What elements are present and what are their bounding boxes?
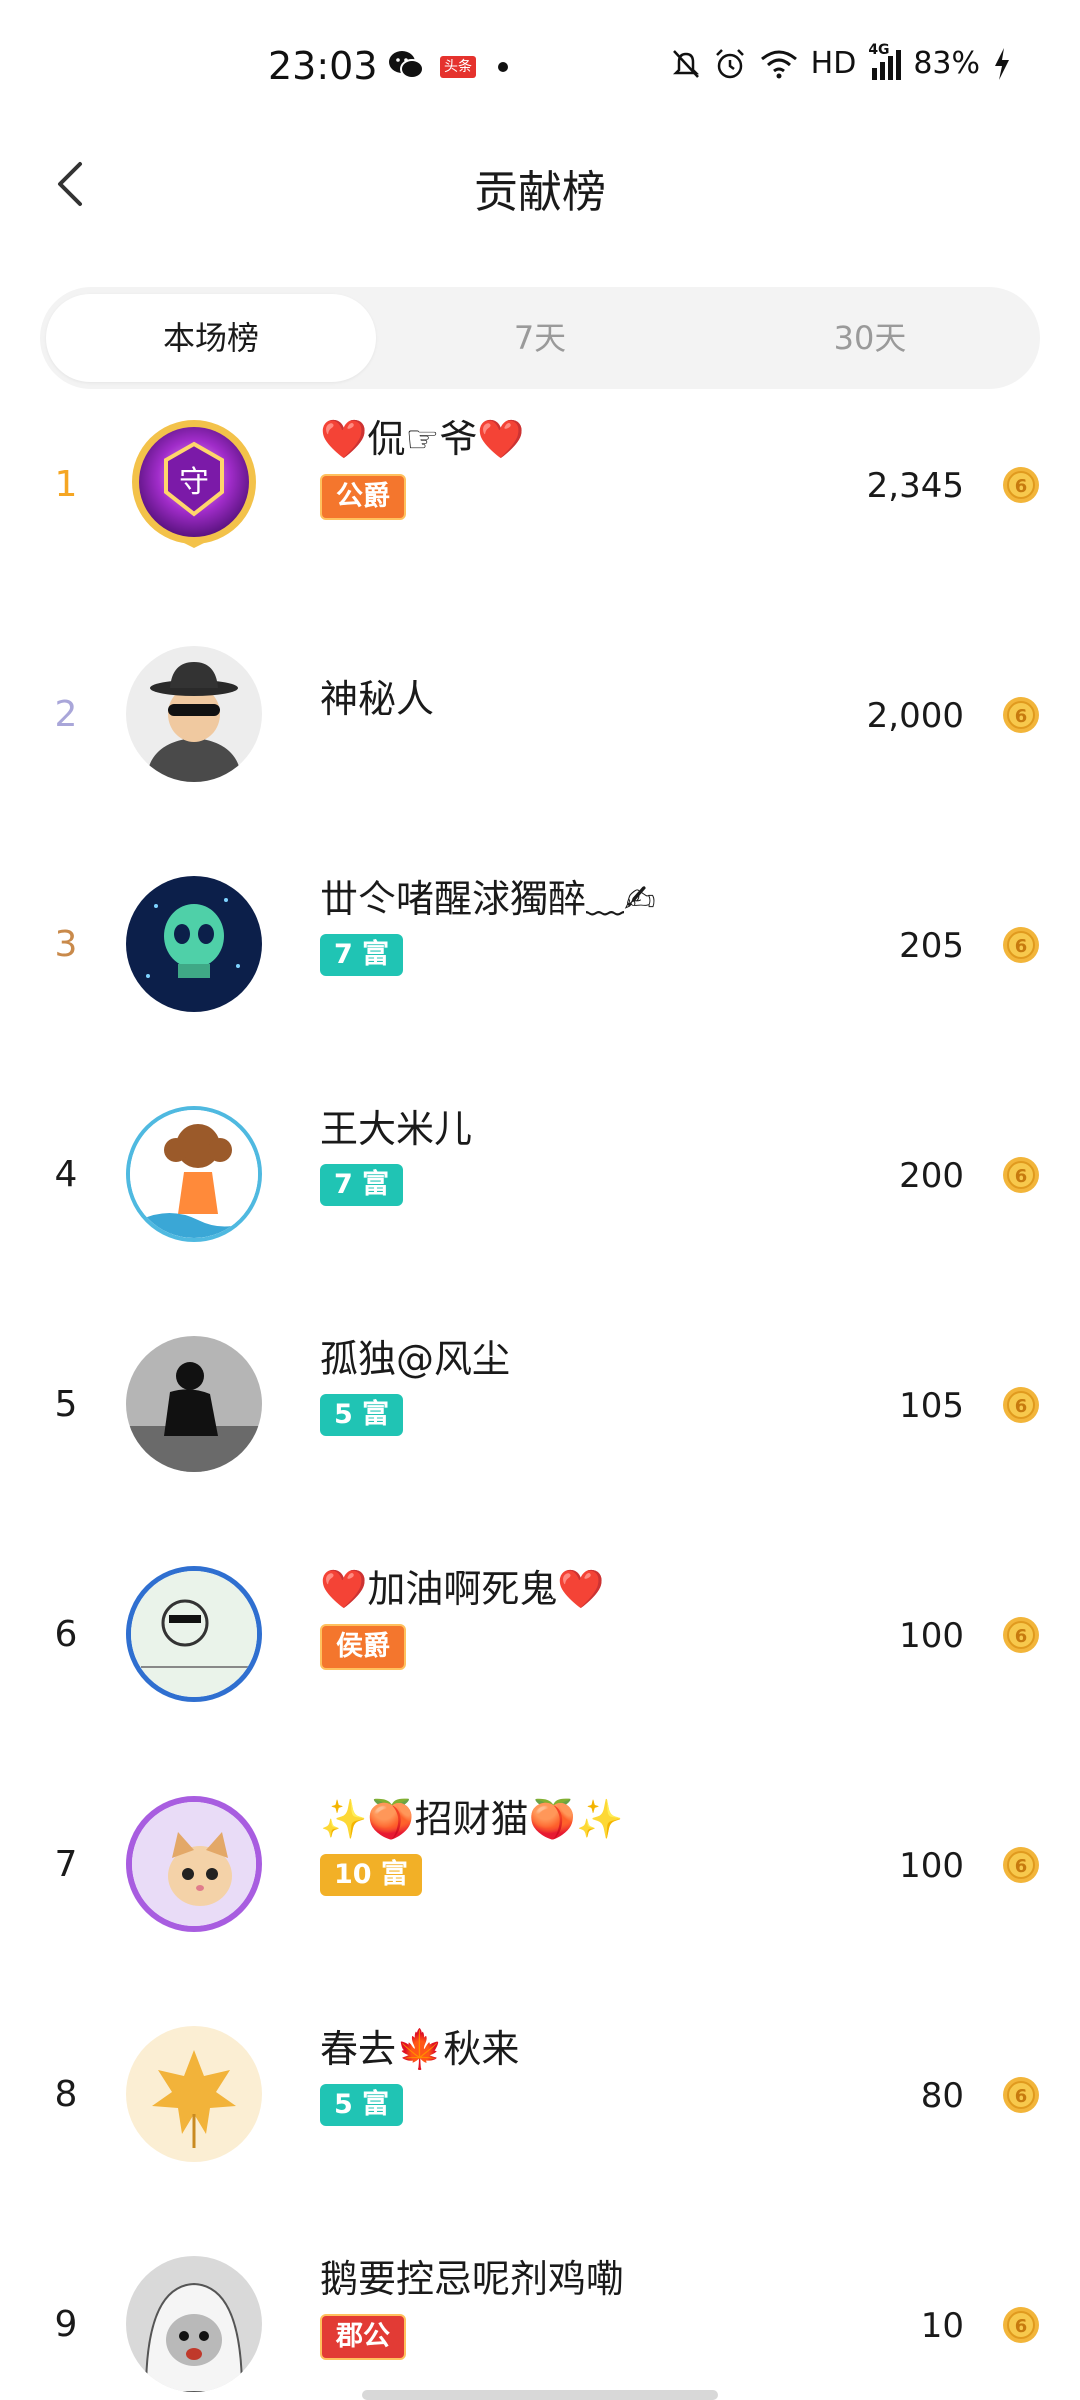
list-item[interactable]: 9 鹅要控忌呢剂鸡嘞 郡公 10 6 — [0, 2212, 1080, 2400]
cat-hood-avatar-icon[interactable] — [126, 2256, 262, 2392]
rank-number: 8 — [54, 2074, 78, 2115]
list-item[interactable]: 1 守 ❤️侃☞爷❤️ 公爵 2,345 6 — [0, 372, 1080, 602]
svg-text:6: 6 — [1015, 1626, 1028, 1647]
rank-number: 2 — [54, 694, 78, 735]
svg-text:守: 守 — [179, 465, 209, 500]
coin-icon: 6 — [1002, 1616, 1040, 1654]
contribution-score: 205 — [899, 926, 964, 966]
bell-off-icon — [672, 49, 699, 78]
wealth-badge: 5 富 — [320, 2084, 404, 2126]
rank-number: 4 — [54, 1154, 78, 1195]
contribution-score: 100 — [899, 1846, 964, 1886]
network-type-label: 4G — [868, 41, 890, 58]
contribution-score: 10 — [920, 2306, 964, 2346]
coin-icon: 6 — [1002, 1156, 1040, 1194]
list-item[interactable]: 5 孤独@风尘 5 富 105 6 — [0, 1292, 1080, 1522]
skull-avatar-icon[interactable] — [126, 876, 262, 1012]
alarm-icon — [715, 48, 744, 78]
list-item[interactable]: 7 ✨🍑招财猫🍑✨ 10 富 100 6 — [0, 1752, 1080, 1982]
page-title: 贡献榜 — [474, 167, 606, 218]
wifi-icon — [760, 50, 797, 78]
contribution-score: 200 — [899, 1156, 964, 1196]
wealth-badge: 10 富 — [320, 1854, 422, 1896]
status-bar: 23:03 头条 HD 4G 83% — [0, 0, 1080, 130]
charging-icon — [995, 47, 1009, 80]
coin-icon: 6 — [1002, 696, 1040, 734]
contribution-score: 105 — [899, 1386, 964, 1426]
svg-text:6: 6 — [1015, 2086, 1028, 2107]
wechat-icon — [389, 51, 424, 79]
list-item[interactable]: 2 神秘人 2,000 6 — [0, 602, 1080, 832]
rank-number: 1 — [54, 464, 78, 505]
user-name: 春去🍁秋来 — [320, 2027, 520, 2071]
silhouette-avatar-icon[interactable] — [126, 1336, 262, 1472]
svg-text:6: 6 — [1015, 1166, 1028, 1187]
noble-badge: 郡公 — [320, 2314, 406, 2360]
maple-leaf-avatar-icon[interactable] — [126, 2026, 262, 2162]
coin-icon: 6 — [1002, 2076, 1040, 2114]
user-name: ❤️侃☞爷❤️ — [320, 417, 525, 461]
notification-dot-icon — [498, 62, 508, 72]
noble-badge: 侯爵 — [320, 1624, 406, 1670]
coin-icon: 6 — [1002, 1846, 1040, 1884]
contribution-score: 80 — [920, 2076, 964, 2116]
list-item[interactable]: 3 丗仒啫醒浗獨醉﹏✍ 7 富 205 6 — [0, 832, 1080, 1062]
coin-icon: 6 — [1002, 466, 1040, 504]
user-name: ✨🍑招财猫🍑✨ — [320, 1797, 624, 1841]
user-name: ❤️加油啊死鬼❤️ — [320, 1567, 605, 1611]
user-name: 神秘人 — [320, 677, 435, 721]
mystery-man-avatar-icon[interactable] — [126, 646, 262, 782]
network-label: HD — [810, 46, 857, 81]
rank-number: 5 — [54, 1384, 78, 1425]
svg-text:6: 6 — [1015, 936, 1028, 957]
signal-icon: 4G — [868, 42, 902, 80]
status-indicators: HD 4G 83% — [671, 42, 1012, 81]
coin-icon: 6 — [1002, 926, 1040, 964]
contribution-score: 2,000 — [866, 696, 964, 736]
svg-text:6: 6 — [1015, 1396, 1028, 1417]
contribution-score: 100 — [899, 1616, 964, 1656]
coin-icon: 6 — [1002, 2306, 1040, 2344]
user-name: 丗仒啫醒浗獨醉﹏✍ — [320, 877, 656, 921]
header: 贡献榜 — [0, 130, 1080, 240]
svg-text:6: 6 — [1015, 2316, 1028, 2337]
user-name: 鹅要控忌呢剂鸡嘞 — [320, 2257, 625, 2301]
wealth-badge: 5 富 — [320, 1394, 404, 1436]
tab-7-days[interactable]: 7天 — [410, 294, 670, 382]
rank-number: 9 — [54, 2304, 78, 2345]
wealth-badge: 7 富 — [320, 934, 404, 976]
wealth-badge: 7 富 — [320, 1164, 404, 1206]
meme-avatar-icon[interactable] — [126, 1566, 262, 1702]
list-item[interactable]: 8 春去🍁秋来 5 富 80 6 — [0, 1982, 1080, 2212]
list-item[interactable]: 4 王大米儿 7 富 200 6 — [0, 1062, 1080, 1292]
cat-avatar-icon[interactable] — [126, 1796, 262, 1932]
contribution-score: 2,345 — [866, 466, 964, 506]
rank-number: 7 — [54, 1844, 78, 1885]
svg-text:6: 6 — [1015, 1856, 1028, 1877]
rank-number: 3 — [54, 924, 78, 965]
list-item[interactable]: 6 ❤️加油啊死鬼❤️ 侯爵 100 6 — [0, 1522, 1080, 1752]
svg-text:6: 6 — [1015, 706, 1028, 727]
home-indicator[interactable] — [362, 2390, 718, 2400]
rank-number: 6 — [54, 1614, 78, 1655]
tab-30-days[interactable]: 30天 — [740, 294, 1000, 382]
user-name: 王大米儿 — [320, 1107, 473, 1151]
user-name: 孤独@风尘 — [320, 1337, 511, 1381]
guardian-crest-avatar-icon[interactable]: 守 — [126, 416, 262, 552]
noble-badge: 公爵 — [320, 474, 406, 520]
battery-label: 83% — [913, 46, 980, 81]
svg-text:6: 6 — [1015, 476, 1028, 497]
status-time: 23:03 — [268, 44, 378, 88]
girl-avatar-icon[interactable] — [126, 1106, 262, 1242]
coin-icon: 6 — [1002, 1386, 1040, 1424]
tab-current-session[interactable]: 本场榜 — [46, 294, 376, 382]
toutiao-icon: 头条 — [440, 56, 476, 78]
